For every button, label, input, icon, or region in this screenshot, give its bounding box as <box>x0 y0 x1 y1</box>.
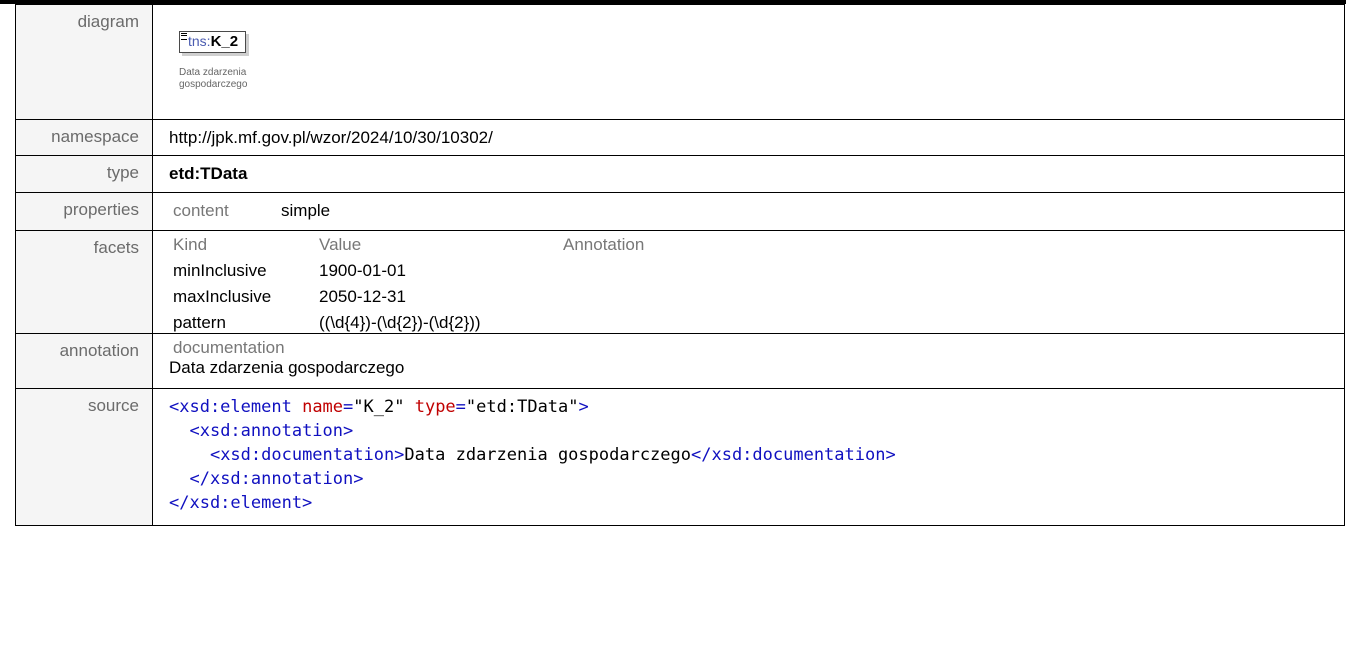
facet-value: 1900-01-01 <box>319 261 406 280</box>
facets-header-value: Value <box>319 235 362 254</box>
row-diagram: diagram tns:K_2 Data zdarzenia gospodarc… <box>15 4 1345 120</box>
sequence-icon <box>181 33 187 40</box>
annotation-text: Data zdarzenia gospodarczego <box>169 358 405 377</box>
xml-tag: > <box>578 397 589 417</box>
diagram-element-node[interactable]: tns:K_2 <box>179 31 247 53</box>
label-namespace: namespace <box>15 119 153 156</box>
xml-text: Data zdarzenia gospodarczego <box>404 445 691 465</box>
xml-tag: </xsd:element> <box>169 493 313 513</box>
row-annotation: annotation documentation Data zdarzenia … <box>15 333 1345 389</box>
xml-tag: <xsd:element <box>169 397 292 417</box>
diagram-prefix: tns: <box>188 33 211 49</box>
property-pair: content simple <box>169 201 1344 221</box>
element-doc-table: diagram tns:K_2 Data zdarzenia gospodarc… <box>15 4 1345 526</box>
facet-kind: maxInclusive <box>173 287 272 306</box>
xml-tag: <xsd:documentation> <box>209 445 405 465</box>
xml-attr-value: "etd:TData" <box>465 397 579 417</box>
label-source: source <box>15 388 153 526</box>
facet-row: minInclusive 1900-01-01 <box>173 261 1344 281</box>
source-code: <xsd:element name="K_2" type="etd:TData"… <box>169 397 896 513</box>
source-cell: <xsd:element name="K_2" type="etd:TData"… <box>152 388 1345 526</box>
property-value: simple <box>281 201 331 220</box>
type-link[interactable]: etd:TData <box>169 164 247 183</box>
facet-row: pattern ((\d{4})-(\d{2})-(\d{2})) <box>173 313 1344 333</box>
facets-header: Kind Value Annotation <box>173 235 1344 255</box>
label-annotation: annotation <box>15 333 153 389</box>
facet-value: 2050-12-31 <box>319 287 406 306</box>
xml-tag: </xsd:annotation> <box>189 469 364 489</box>
facets-cell: Kind Value Annotation minInclusive 1900-… <box>152 230 1345 334</box>
property-key: content <box>173 201 229 220</box>
diagram-element-name: K_2 <box>210 33 239 50</box>
facets-header-annotation: Annotation <box>563 235 645 254</box>
facet-kind: pattern <box>173 313 226 332</box>
label-facets: facets <box>15 230 153 334</box>
facet-kind: minInclusive <box>173 261 267 280</box>
diagram-doc-text: Data zdarzenia gospodarczego <box>179 67 248 90</box>
facet-row: maxInclusive 2050-12-31 <box>173 287 1344 307</box>
xml-attr: type <box>414 397 456 417</box>
label-diagram: diagram <box>15 4 153 120</box>
row-type: type etd:TData <box>15 155 1345 193</box>
facet-value: ((\d{4})-(\d{2})-(\d{2})) <box>319 313 481 332</box>
label-type: type <box>15 155 153 193</box>
row-properties: properties content simple <box>15 192 1345 231</box>
annotation-key: documentation <box>173 338 285 357</box>
xml-tag: </xsd:documentation> <box>691 445 896 465</box>
annotation-cell: documentation Data zdarzenia gospodarcze… <box>152 333 1345 389</box>
facets-header-kind: Kind <box>173 235 208 254</box>
diagram-element-box[interactable]: tns:K_2 Data zdarzenia gospodarczego <box>179 31 1344 91</box>
row-facets: facets Kind Value Annotation minInclusiv… <box>15 230 1345 334</box>
label-properties: properties <box>15 192 153 231</box>
xml-attr: name <box>302 397 344 417</box>
facets-grid: Kind Value Annotation minInclusive 1900-… <box>173 235 1344 333</box>
properties-cell: content simple <box>152 192 1345 231</box>
type-cell: etd:TData <box>152 155 1345 193</box>
diagram-cell: tns:K_2 Data zdarzenia gospodarczego <box>152 4 1345 120</box>
row-namespace: namespace http://jpk.mf.gov.pl/wzor/2024… <box>15 119 1345 156</box>
row-source: source <xsd:element name="K_2" type="etd… <box>15 388 1345 526</box>
namespace-value: http://jpk.mf.gov.pl/wzor/2024/10/30/103… <box>152 119 1345 156</box>
xml-attr-value: "K_2" <box>353 397 405 417</box>
xml-tag: <xsd:annotation> <box>189 421 354 441</box>
